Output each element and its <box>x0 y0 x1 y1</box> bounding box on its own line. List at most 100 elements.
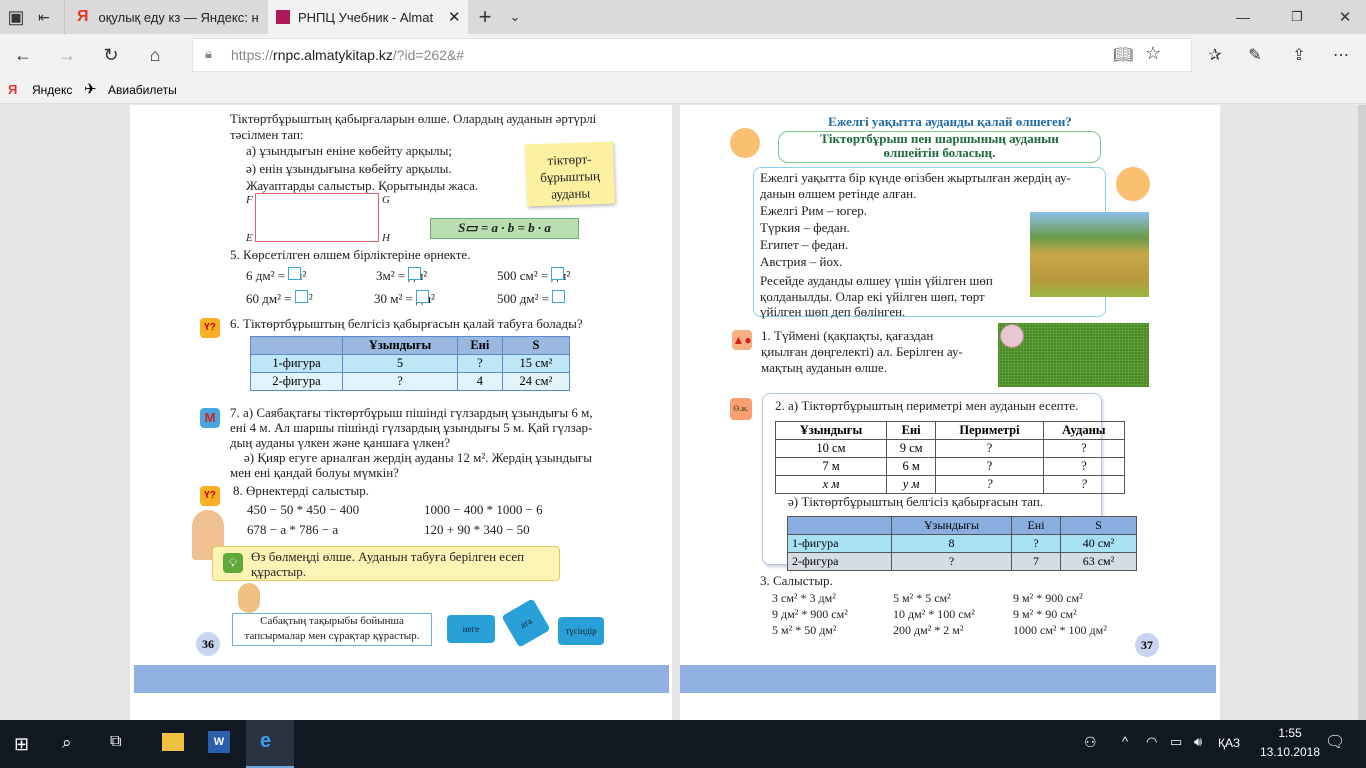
windows-start-icon[interactable]: ⊞ <box>14 734 29 755</box>
puzzle-piece: ата <box>501 598 551 648</box>
button-image <box>1000 324 1024 348</box>
expression: 450 − 50 * 450 − 400 <box>247 502 360 517</box>
language-indicator[interactable]: ҚАЗ <box>1218 736 1240 750</box>
lock-icon: 🔒︎ <box>205 46 212 61</box>
vertex-label: G <box>382 194 390 206</box>
restore-icon[interactable]: ❐ <box>1286 6 1308 28</box>
lesson-title: Ежелгі уақытта ауданды қалай өлшеген? <box>828 114 1072 129</box>
task6-table: Ұзындығы Ені S 1-фигура 5? 15 см² 2-фигура? 4… <box>249 336 571 391</box>
independent-work-badge: Ө.ж. <box>730 398 752 420</box>
task1-text: мақтың ауданын өлше. <box>761 360 887 375</box>
lightbulb-icon: 💡︎ <box>223 553 243 573</box>
haystack-image <box>1030 212 1149 297</box>
refresh-icon[interactable]: ↻ <box>100 44 122 66</box>
favorite-aviabilety[interactable]: Авиабилеты <box>108 83 177 97</box>
plane-icon: ✈ <box>84 81 97 98</box>
area-formula: S▭ = a · b = b · a <box>430 218 579 239</box>
task-view-icon[interactable]: ⧉ <box>110 733 121 751</box>
favorites-hub-icon[interactable]: ✰ <box>1204 44 1226 66</box>
info-text: Түркия – федан. <box>760 220 850 235</box>
clock-date[interactable]: 13.10.2018 <box>1252 745 1328 759</box>
tab-label: оқулық еду кз — Яндекс: н <box>98 9 259 25</box>
intro-text: Тіктөртбұрыштың қабырғаларын өлше. Олард… <box>230 111 597 126</box>
people-icon[interactable]: ⚇ <box>1084 734 1097 751</box>
info-text: Ресейде ауданды өлшеу үшін үйілген шөп <box>760 273 993 288</box>
scrollbar[interactable] <box>1358 105 1366 720</box>
minimize-icon[interactable]: — <box>1232 6 1254 28</box>
book-viewer: Тіктөртбұрыштың қабырғаларын өлше. Олард… <box>0 105 1366 720</box>
taskbar: ⊞ ⌕ ⧉ W e ⚇ ^ ◠ ▭ 🔊︎ ҚАЗ 1:55 13.10.2018… <box>0 720 1366 768</box>
sticky-note: тіктөрт- бұрыштың ауданы <box>524 141 616 207</box>
forward-icon[interactable]: → <box>56 44 78 66</box>
expression: 5 м² * 5 см² <box>893 591 951 605</box>
question-badge-icon: Ү? <box>200 318 220 338</box>
task7-text: мен ені қандай болуы мүмкін? <box>230 465 399 480</box>
close-tab-icon[interactable]: ✕ <box>448 8 461 26</box>
address-bar[interactable]: 🔒︎ https://rnpc.almatykitap.kz/?id=262&#… <box>192 38 1192 72</box>
info-text: үйілген шөп деп бөлінген. <box>760 304 906 319</box>
page-footer-bar <box>134 665 669 693</box>
boy-illustration <box>238 583 260 613</box>
info-text: Ежелгі уақытта бір күнде өгізбен жыртылғ… <box>760 170 1071 185</box>
intro-text: а) ұзындығын еніне көбейту арқылы; <box>246 143 453 158</box>
homework-box: 💡︎ Өз бөлмеңді өлше. Ауданын табуға бері… <box>212 546 560 581</box>
tab-label: РНПЦ Учебник - Almat <box>298 9 434 25</box>
expression: 1000 − 400 * 1000 − 6 <box>424 502 543 517</box>
task2-title: 2. а) Тіктөртбұрыштың периметрі мен ауда… <box>775 398 1079 413</box>
expression: 5 м² * 50 дм² <box>772 623 837 637</box>
reading-view-icon[interactable]: 📖︎ <box>1113 45 1133 65</box>
share-icon[interactable]: ⇪ <box>1288 44 1310 66</box>
vertex-label: F <box>246 194 253 206</box>
favorites-bar: Я Яндекс ✈ Авиабилеты <box>0 76 1366 104</box>
vertex-label: H <box>382 232 390 244</box>
page-footer-bar <box>680 665 1216 693</box>
notes-icon[interactable]: ✎ <box>1244 44 1266 66</box>
info-text: Ежелгі Рим – югер. <box>760 203 868 218</box>
task5-title: 5. Көрсетілген өлшем бірліктеріне өрнект… <box>230 247 471 262</box>
volume-icon[interactable]: 🔊︎ <box>1194 734 1202 750</box>
back-icon[interactable]: ← <box>12 44 34 66</box>
more-icon[interactable]: ⋯ <box>1330 44 1352 66</box>
tab-preview-icon[interactable]: ▣ <box>6 7 26 27</box>
favorite-star-icon[interactable]: ☆ <box>1145 43 1161 64</box>
action-center-icon[interactable]: 🗨︎ <box>1325 732 1345 752</box>
set-aside-tabs-icon[interactable]: ⇤ <box>34 8 54 26</box>
right-page: Ежелгі уақытта ауданды қалай өлшеген? Ті… <box>680 105 1220 720</box>
task2-table-a: Ұзындығы Ені Периметрі Ауданы 10 см 9 см?? 7… <box>775 421 1126 494</box>
home-icon[interactable]: ⌂ <box>144 44 166 66</box>
chevron-down-icon[interactable]: ⌄ <box>504 6 526 28</box>
m-badge-icon: M <box>200 408 220 428</box>
word-icon[interactable]: W <box>208 731 230 753</box>
shapes-badge-icon: ▲● <box>732 330 752 350</box>
questions-box: Сабақтың тақырыбы бойынша тапсырмалар ме… <box>232 613 432 646</box>
close-window-icon[interactable]: ✕ <box>1334 6 1356 28</box>
chevron-up-icon[interactable]: ^ <box>1122 734 1128 749</box>
task6-title: 6. Тіктөртбұрыштың белгісіз қабырғасын қ… <box>230 316 583 331</box>
vertex-label: E <box>246 232 253 244</box>
clock-time[interactable]: 1:55 <box>1262 726 1318 740</box>
file-explorer-icon[interactable] <box>162 733 184 751</box>
wifi-icon[interactable]: ◠ <box>1146 734 1157 750</box>
boy-avatar <box>730 128 760 158</box>
favorite-yandex[interactable]: Яндекс <box>32 83 72 97</box>
tab-bar: ▣ ⇤ Я оқулық еду кз — Яндекс: н РНПЦ Уче… <box>0 0 1366 34</box>
new-tab-icon[interactable]: + <box>474 4 496 29</box>
yandex-icon: Я <box>8 82 18 97</box>
expression: 9 м² * 90 см² <box>1013 607 1077 621</box>
task2-subtitle: ә) Тіктөртбұрыштың белгісіз қабырғасын т… <box>788 494 1044 509</box>
task3-title: 3. Салыстыр. <box>760 573 833 588</box>
task1-text: қиылған дөңгелекті) ал. Берілген ау- <box>761 344 963 359</box>
expression: 9 м² * 900 см² <box>1013 591 1083 605</box>
expression: 9 дм² * 900 см² <box>772 607 848 621</box>
page-number: 37 <box>1135 633 1159 657</box>
edge-taskbar-button[interactable]: e <box>246 720 294 768</box>
tab-yandex[interactable]: Я оқулық еду кз — Яндекс: н <box>64 0 268 34</box>
puzzle-piece: неге <box>447 615 495 643</box>
girl-avatar <box>1116 167 1150 201</box>
task8-title: 8. Өрнектерді салыстыр. <box>233 483 369 498</box>
search-icon[interactable]: ⌕ <box>62 733 72 753</box>
tab-rnpc[interactable]: РНПЦ Учебник - Almat ✕ <box>268 0 468 34</box>
page-number: 36 <box>196 632 220 656</box>
battery-icon[interactable]: ▭ <box>1170 734 1182 750</box>
intro-text: ә) енін ұзындығына көбейту арқылы. <box>246 161 452 176</box>
